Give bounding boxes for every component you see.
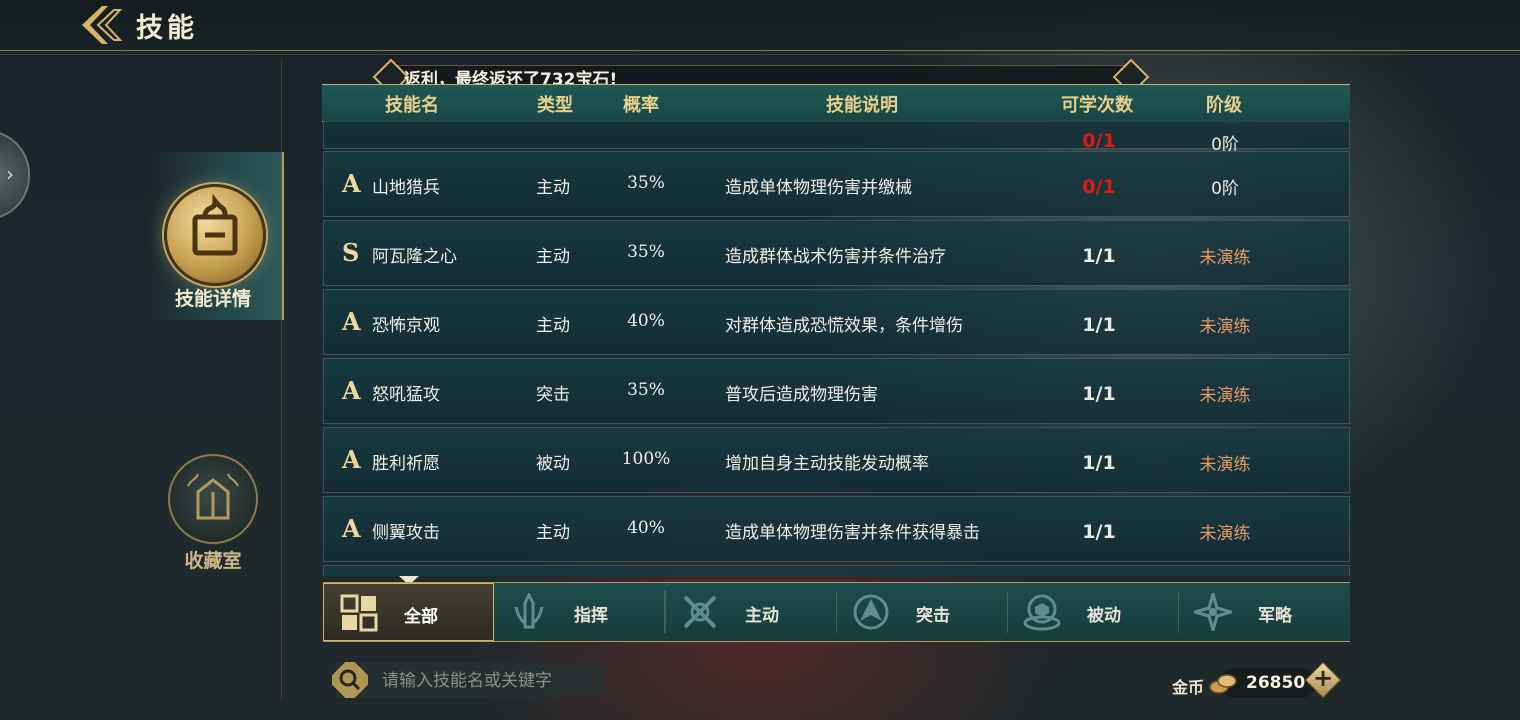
skill-type: 被动	[536, 454, 570, 474]
skill-name: 恐怖京观	[372, 316, 440, 336]
skill-level: 未演练	[1199, 317, 1251, 337]
table-row[interactable]: S 阿瓦隆之心 主动 35% 造成群体战术伤害并条件治疗 1/1 未演练	[323, 220, 1350, 286]
table-row[interactable]: A 胜利祈愿 被动 100% 增加自身主动技能发动概率 1/1 未演练	[323, 427, 1350, 493]
search-input[interactable]	[380, 669, 594, 693]
table-row[interactable]: A 怒吼猛攻 突击 35% 普攻后造成物理伤害 1/1 未演练	[323, 358, 1350, 424]
chevron-right-icon: ›	[6, 162, 14, 186]
skill-type: 主动	[536, 523, 570, 543]
filter-tab-active[interactable]: 主动	[665, 583, 836, 641]
column-header-desc: 技能说明	[826, 95, 898, 116]
filter-label: 全部	[404, 607, 438, 627]
filter-tab-all[interactable]: 全部	[323, 583, 494, 641]
learn-times: 0/1	[1082, 176, 1116, 198]
grade-badge: A	[342, 445, 361, 474]
gold-amount: 26850	[1246, 673, 1306, 693]
skill-rate: 35%	[627, 380, 665, 400]
skill-desc: 增加自身主动技能发动概率	[725, 454, 929, 474]
filter-label: 主动	[745, 606, 779, 626]
skill-rate: 35%	[627, 242, 665, 262]
skill-name: 阿瓦隆之心	[372, 247, 457, 267]
learn-times: 1/1	[1082, 521, 1116, 543]
skill-desc: 造成群体战术伤害并条件治疗	[725, 247, 946, 267]
gold-label: 金币	[1172, 678, 1205, 697]
search-icon[interactable]	[332, 662, 368, 698]
skill-desc: 对群体造成恐慌效果，条件增伤	[725, 316, 963, 336]
skill-level: 未演练	[1199, 386, 1251, 406]
learn-times: 1/1	[1082, 314, 1116, 336]
gold-coins-icon	[1209, 674, 1237, 694]
charge-icon	[853, 594, 889, 630]
page-title: 技能	[136, 13, 198, 44]
grade-badge: A	[342, 376, 361, 405]
sidebar-tab-label: 技能详情	[174, 288, 251, 310]
back-button[interactable]	[78, 4, 126, 46]
column-header-level: 阶级	[1206, 95, 1242, 116]
learn-times: 1/1	[1082, 452, 1116, 474]
filter-label: 指挥	[574, 606, 608, 626]
search-box	[332, 662, 604, 698]
skill-level: 未演练	[1199, 524, 1251, 544]
plus-icon[interactable]: +	[1312, 664, 1334, 692]
column-header-rate: 概率	[623, 95, 659, 116]
filter-label: 被动	[1087, 606, 1121, 626]
skill-level: 0阶	[1211, 179, 1239, 199]
grid-icon	[340, 594, 378, 632]
filter-tab-charge[interactable]: 突击	[836, 583, 1007, 641]
filter-tab-passive[interactable]: 被动	[1007, 583, 1178, 641]
skill-level: 未演练	[1199, 248, 1251, 268]
shield-icon	[1023, 594, 1061, 631]
skill-level: 未演练	[1199, 455, 1251, 475]
filter-tab-command[interactable]: 指挥	[494, 583, 665, 641]
skill-rate: 100%	[621, 449, 671, 469]
skill-detail-icon	[164, 184, 266, 286]
skill-list[interactable]: 0/1 0阶 A 山地猎兵 主动 35% 造成单体物理伤害并缴械 0/1 0阶 …	[323, 121, 1350, 576]
grade-badge: A	[342, 169, 361, 198]
skill-desc: 造成单体物理伤害并条件获得暴击	[725, 523, 980, 543]
star-compass-icon	[1194, 593, 1232, 631]
skill-type: 主动	[536, 247, 570, 267]
skill-type: 主动	[536, 178, 570, 198]
side-expand-button[interactable]: ›	[0, 130, 30, 220]
skill-rate: 35%	[627, 173, 665, 193]
table-row[interactable]: A 山地猎兵 主动 35% 造成单体物理伤害并缴械 0/1 0阶	[323, 151, 1350, 217]
table-row[interactable]: A 侧翼攻击 主动 40% 造成单体物理伤害并条件获得暴击 1/1 未演练	[323, 496, 1350, 562]
grade-badge: A	[342, 307, 361, 336]
column-header-times: 可学次数	[1061, 95, 1133, 116]
grade-badge: S	[342, 238, 360, 267]
learn-times: 1/1	[1082, 383, 1116, 405]
skill-rate: 40%	[627, 311, 665, 331]
skill-name: 侧翼攻击	[372, 523, 440, 543]
skill-type-filter-bar: 全部 指挥 主动 突击 被动 军略	[323, 582, 1350, 642]
skill-name: 怒吼猛攻	[372, 385, 440, 405]
table-header: 技能名 类型 概率 技能说明 可学次数 阶级	[322, 84, 1350, 122]
table-row-partial[interactable]	[323, 565, 1350, 576]
filter-tab-strategy[interactable]: 军略	[1178, 583, 1349, 641]
column-header-type: 类型	[537, 95, 573, 116]
filter-label: 突击	[916, 606, 950, 626]
grade-badge: A	[342, 514, 361, 543]
table-row-partial[interactable]: 0/1 0阶	[323, 121, 1350, 155]
skill-desc: 普攻后造成物理伤害	[725, 385, 878, 405]
sidebar-tab-label: 收藏室	[184, 550, 242, 572]
skill-name: 山地猎兵	[372, 178, 440, 198]
command-icon	[514, 593, 544, 629]
learn-times: 1/1	[1082, 245, 1116, 267]
skill-name: 胜利祈愿	[372, 454, 440, 474]
filter-label: 军略	[1258, 606, 1292, 626]
top-bar: 技能	[0, 0, 1520, 55]
column-header-name: 技能名	[385, 95, 439, 116]
learn-times: 0/1	[1082, 130, 1116, 152]
table-row[interactable]: A 恐怖京观 主动 40% 对群体造成恐慌效果，条件增伤 1/1 未演练	[323, 289, 1350, 355]
collection-room-icon	[168, 454, 258, 544]
crossed-swords-icon	[683, 595, 717, 629]
back-arrow-icon	[82, 6, 123, 44]
skill-type: 突击	[536, 385, 570, 405]
skill-desc: 造成单体物理伤害并缴械	[725, 178, 912, 198]
skill-type: 主动	[536, 316, 570, 336]
skill-rate: 40%	[627, 518, 665, 538]
